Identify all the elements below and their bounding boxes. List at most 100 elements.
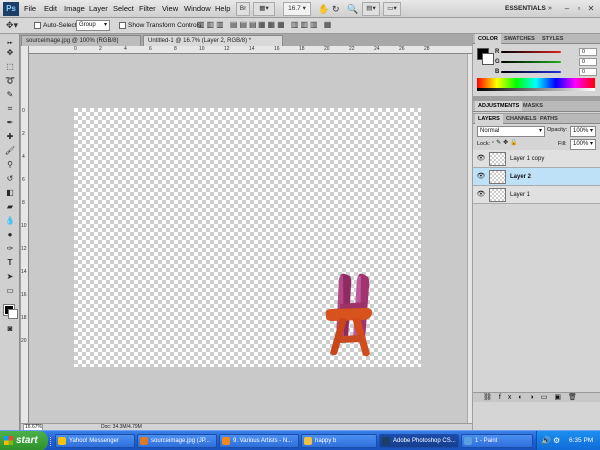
- menu-layer[interactable]: Layer: [89, 4, 108, 14]
- move-tool-icon[interactable]: ✥: [3, 47, 17, 59]
- tab-masks[interactable]: MASKS: [520, 101, 546, 111]
- bridge-button[interactable]: Br: [236, 2, 250, 16]
- tab-channels[interactable]: CHANNELS: [503, 114, 540, 124]
- workspace-switcher[interactable]: ESSENTIALS: [505, 5, 546, 12]
- taskbar-item-paint[interactable]: 1 - Paint: [461, 434, 533, 448]
- menu-edit[interactable]: Edit: [44, 4, 57, 14]
- document-canvas[interactable]: [74, 108, 421, 367]
- opacity-input[interactable]: 100%: [570, 126, 596, 137]
- zoom-tool-icon[interactable]: 🔍: [347, 2, 358, 16]
- gradient-tool-icon[interactable]: ▰: [3, 201, 17, 213]
- auto-select-label: Auto-Select:: [43, 22, 79, 29]
- dodge-tool-icon[interactable]: ●: [3, 229, 17, 241]
- red-value-input[interactable]: 0: [579, 48, 597, 56]
- hand-tool-icon[interactable]: ✋: [318, 2, 329, 16]
- layer-row-layer-1-copy[interactable]: 👁 Layer 1 copy: [473, 150, 600, 168]
- panel-background-swatch[interactable]: [482, 53, 494, 65]
- fill-input[interactable]: 100%: [570, 139, 596, 150]
- tab-paths[interactable]: PATHS: [537, 114, 561, 124]
- green-value-input[interactable]: 0: [579, 58, 597, 66]
- tab-adjustments[interactable]: ADJUSTMENTS: [475, 101, 523, 111]
- color-spectrum-bar[interactable]: [477, 78, 595, 88]
- lasso-tool-icon[interactable]: ➰: [3, 75, 17, 87]
- distribute-icons[interactable]: ▦▦▦ ▥▥▥ ▦: [258, 18, 333, 32]
- workspace-chevron-icon[interactable]: »: [548, 2, 552, 16]
- volume-icon[interactable]: 🔊: [541, 436, 551, 446]
- green-slider[interactable]: G 0: [495, 58, 597, 66]
- auto-select-dropdown[interactable]: Group: [76, 20, 110, 31]
- ruler-number: 28: [424, 46, 430, 52]
- lock-icons[interactable]: ▫✎✥🔒: [492, 139, 520, 148]
- maximize-icon[interactable]: ▫: [574, 3, 584, 14]
- vertical-scrollbar[interactable]: [467, 54, 472, 423]
- taskbar-item-happy-b[interactable]: happy b: [301, 434, 377, 448]
- history-brush-tool-icon[interactable]: ↺: [3, 173, 17, 185]
- zoom-level-select[interactable]: 16.7 ▾: [283, 2, 311, 16]
- blue-slider[interactable]: B 0: [495, 68, 597, 76]
- visibility-eye-icon[interactable]: 👁: [476, 172, 486, 182]
- grayscale-ramp[interactable]: [477, 88, 595, 91]
- green-track[interactable]: [501, 61, 561, 63]
- arrange-documents-button[interactable]: ▤▾: [362, 2, 380, 16]
- healing-brush-tool-icon[interactable]: ✚: [3, 131, 17, 143]
- menu-view[interactable]: View: [162, 4, 178, 14]
- blend-mode-dropdown[interactable]: Normal: [477, 126, 545, 137]
- status-bar: 16.67% Doc: 34.3M/4.79M: [21, 423, 472, 431]
- background-color-swatch[interactable]: [8, 309, 18, 319]
- path-select-tool-icon[interactable]: ➤: [3, 271, 17, 283]
- start-button[interactable]: start: [0, 431, 48, 450]
- tab-swatches[interactable]: SWATCHES: [501, 34, 538, 44]
- layer-action-icons[interactable]: ⛓fx◐◑▭▣🗑: [483, 393, 584, 402]
- menu-image[interactable]: Image: [64, 4, 85, 14]
- marquee-tool-icon[interactable]: ⬚: [3, 61, 17, 73]
- red-track[interactable]: [501, 51, 561, 53]
- color-panel: COLOR SWATCHES STYLES R 0 G 0 B 0: [473, 34, 600, 96]
- opacity-label: Opacity:: [547, 127, 568, 133]
- tab-sourceimage[interactable]: sourceimage.jpg @ 100% (RGB/8): [21, 35, 141, 46]
- view-extras-button[interactable]: ▦▾: [253, 2, 275, 16]
- network-icon[interactable]: ⚙: [553, 436, 560, 446]
- minimize-icon[interactable]: –: [562, 3, 572, 14]
- pen-tool-icon[interactable]: ✑: [3, 243, 17, 255]
- blue-value-input[interactable]: 0: [579, 68, 597, 76]
- shape-tool-icon[interactable]: ▭: [3, 285, 17, 297]
- menu-bar: Ps File Edit Image Layer Select Filter V…: [0, 0, 600, 18]
- red-slider[interactable]: R 0: [495, 48, 597, 56]
- tab-untitled-1[interactable]: Untitled-1 @ 16.7% (Layer 2, RGB/8) *: [143, 35, 283, 46]
- ruler-number: 2: [99, 46, 102, 52]
- layer-row-layer-2[interactable]: 👁 Layer 2: [473, 168, 600, 186]
- move-tool-preset-icon[interactable]: ✥▾: [6, 18, 18, 32]
- taskbar-item-various-artists[interactable]: 9. Various Artists - N...: [219, 434, 299, 448]
- menu-select[interactable]: Select: [113, 4, 134, 14]
- crop-tool-icon[interactable]: ⌗: [3, 103, 17, 115]
- show-transform-checkbox[interactable]: [119, 22, 126, 29]
- menu-file[interactable]: File: [24, 4, 36, 14]
- visibility-eye-icon[interactable]: 👁: [476, 154, 486, 164]
- visibility-eye-icon[interactable]: 👁: [476, 190, 486, 200]
- quick-select-tool-icon[interactable]: ✎: [3, 89, 17, 101]
- taskbar-item-sourceimage[interactable]: sourceimage.jpg (JP...: [137, 434, 217, 448]
- clone-stamp-tool-icon[interactable]: ⚲: [3, 159, 17, 171]
- screen-mode-button[interactable]: ▭▾: [383, 2, 401, 16]
- taskbar-item-photoshop[interactable]: Adobe Photoshop CS...: [379, 434, 459, 448]
- taskbar-item-yahoo-messenger[interactable]: Yahoo! Messenger: [55, 434, 135, 448]
- brush-tool-icon[interactable]: 🖌: [3, 145, 17, 157]
- align-icons[interactable]: ▥▥▥ ▤▤▤: [197, 18, 259, 32]
- eyedropper-tool-icon[interactable]: ✒: [3, 117, 17, 129]
- quick-mask-icon[interactable]: ◙: [3, 323, 17, 335]
- type-tool-icon[interactable]: T: [3, 257, 17, 269]
- eraser-tool-icon[interactable]: ◧: [3, 187, 17, 199]
- menu-help[interactable]: Help: [215, 4, 230, 14]
- tab-layers[interactable]: LAYERS: [475, 114, 503, 124]
- layer-row-layer-1[interactable]: 👁 Layer 1: [473, 186, 600, 204]
- menu-filter[interactable]: Filter: [139, 4, 156, 14]
- tab-color[interactable]: COLOR: [475, 34, 501, 44]
- close-icon[interactable]: ✕: [586, 3, 596, 14]
- blur-tool-icon[interactable]: 💧: [3, 215, 17, 227]
- menu-window[interactable]: Window: [184, 4, 211, 14]
- tab-styles[interactable]: STYLES: [539, 34, 566, 44]
- rotate-view-icon[interactable]: ↻: [332, 2, 340, 16]
- photoshop-window: Ps File Edit Image Layer Select Filter V…: [0, 0, 600, 450]
- auto-select-checkbox[interactable]: [34, 22, 41, 29]
- blue-track[interactable]: [501, 71, 561, 73]
